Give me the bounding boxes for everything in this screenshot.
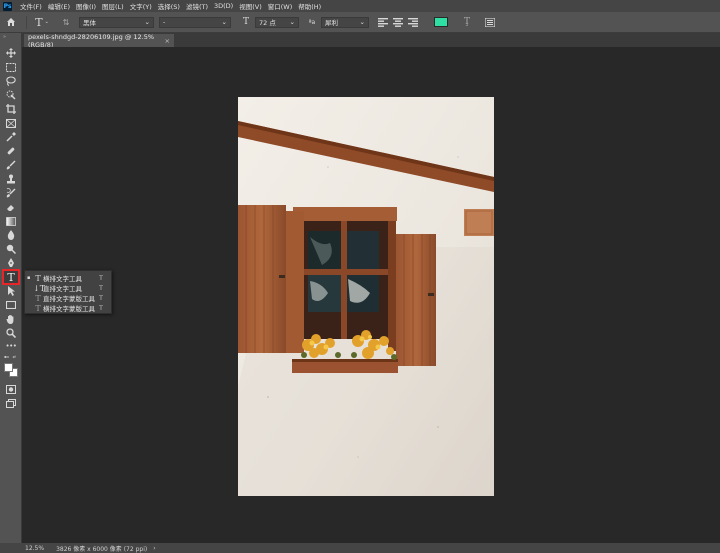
menu-edit[interactable]: 编辑(E)	[45, 1, 73, 11]
tools-panel: » T ••• ▪▫ ⇄	[0, 33, 22, 543]
flyout-item-shortcut: T	[99, 304, 103, 312]
screen-mode-icon[interactable]	[4, 397, 18, 409]
horizontal-type-mask-icon: T	[35, 303, 41, 313]
status-bar: 12.5% 3826 像素 x 6000 像素 (72 ppi) ›	[0, 543, 720, 553]
menu-view[interactable]: 视图(V)	[236, 1, 265, 11]
font-style-select[interactable]: - ⌄	[159, 16, 231, 28]
character-panel-icon[interactable]	[485, 16, 495, 29]
menu-layer[interactable]: 图层(L)	[99, 1, 127, 11]
flyout-item-label: 横排文字工具	[43, 275, 82, 283]
document-info: 3826 像素 x 6000 像素 (72 ppi)	[56, 545, 148, 553]
divider	[26, 15, 27, 29]
photoshop-logo[interactable]: Ps	[3, 1, 12, 11]
chevron-down-icon: ⌄	[289, 18, 295, 26]
document-tab-bar: pexels-shndgd-28206109.jpg @ 12.5%(RGB/8…	[22, 33, 720, 49]
history-brush-tool-icon[interactable]	[4, 187, 18, 199]
menu-file[interactable]: 文件(F)	[17, 1, 45, 11]
flyout-item-label: 横排文字蒙版工具	[43, 305, 95, 313]
flyout-item-shortcut: T	[99, 274, 103, 282]
anti-alias-value: 犀利	[325, 19, 338, 27]
flyout-item-label: 直排文字蒙版工具	[43, 295, 95, 303]
pen-tool-icon[interactable]	[4, 257, 18, 269]
anti-alias-icon: ªa	[308, 18, 316, 26]
blur-tool-icon[interactable]	[4, 229, 18, 241]
move-tool-icon[interactable]	[4, 47, 18, 59]
zoom-tool-icon[interactable]	[4, 327, 18, 339]
text-color-swatch[interactable]	[434, 16, 448, 29]
warp-text-icon[interactable]: Ţ	[461, 16, 473, 29]
align-center-icon[interactable]	[393, 16, 403, 29]
eyedropper-tool-icon[interactable]	[4, 131, 18, 143]
flyout-item-vertical-type-mask[interactable]: T 直排文字蒙版工具 T	[25, 293, 111, 304]
healing-brush-tool-icon[interactable]	[4, 145, 18, 157]
document-tab[interactable]: pexels-shndgd-28206109.jpg @ 12.5%(RGB/8…	[24, 33, 174, 49]
flyout-item-label: 直排文字工具	[43, 285, 82, 293]
gradient-tool-icon[interactable]	[4, 215, 18, 227]
menu-window[interactable]: 窗口(W)	[265, 1, 296, 11]
flyout-item-horizontal-type[interactable]: ▪ T 横排文字工具 T	[25, 273, 111, 284]
font-size-value: 72 点	[259, 19, 276, 27]
flyout-item-vertical-type[interactable]: ↓T 直排文字工具 T	[25, 283, 111, 294]
path-selection-tool-icon[interactable]	[4, 285, 18, 297]
menu-filter[interactable]: 滤镜(T)	[183, 1, 211, 11]
home-icon[interactable]	[0, 16, 22, 29]
quick-selection-tool-icon[interactable]	[4, 89, 18, 101]
type-tool-flyout-menu: ▪ T 横排文字工具 T ↓T 直排文字工具 T T 直排文字蒙版工具 T T …	[24, 270, 112, 314]
align-left-icon[interactable]	[378, 16, 388, 29]
color-swatch	[434, 17, 448, 27]
panel-collapse-icon[interactable]: »	[3, 34, 6, 40]
menu-3d[interactable]: 3D(D)	[211, 2, 236, 10]
font-size-select[interactable]: 72 点 ⌄	[255, 16, 299, 28]
menu-help[interactable]: 帮助(H)	[295, 1, 324, 11]
toggle-text-orientation-icon[interactable]: ⇅	[57, 16, 75, 29]
close-icon[interactable]: ×	[165, 37, 170, 45]
menu-bar: Ps 文件(F) 编辑(E) 图像(I) 图层(L) 文字(Y) 选择(S) 滤…	[0, 0, 720, 12]
more-tools-icon[interactable]: •••	[4, 340, 18, 352]
marquee-tool-icon[interactable]	[4, 61, 18, 73]
quick-mask-icon[interactable]	[4, 383, 18, 395]
status-menu-arrow-icon[interactable]: ›	[153, 545, 155, 552]
zoom-level[interactable]: 12.5%	[25, 545, 44, 552]
font-size-icon: T	[242, 17, 249, 27]
crop-tool-icon[interactable]	[4, 103, 18, 115]
eraser-tool-icon[interactable]	[4, 201, 18, 213]
chevron-down-icon: ⌄	[359, 18, 365, 26]
menu-image[interactable]: 图像(I)	[73, 1, 99, 11]
horizontal-type-icon: T	[35, 273, 41, 283]
hand-tool-icon[interactable]	[4, 313, 18, 325]
menu-select[interactable]: 选择(S)	[155, 1, 183, 11]
flyout-item-horizontal-type-mask[interactable]: T 横排文字蒙版工具 T	[25, 303, 111, 314]
chevron-down-icon: ⌄	[144, 18, 150, 26]
foreground-color-swatch[interactable]	[4, 363, 13, 372]
options-bar: T ⌄ ⇅ 黑体 ⌄ - ⌄ T 72 点 ⌄ ªa 犀利 ⌄ Ţ	[0, 12, 720, 33]
menu-type[interactable]: 文字(Y)	[127, 1, 155, 11]
flyout-item-shortcut: T	[99, 284, 103, 292]
clone-stamp-tool-icon[interactable]	[4, 173, 18, 185]
lasso-tool-icon[interactable]	[4, 75, 18, 87]
swap-colors-icon[interactable]: ▪▫ ⇄	[4, 354, 16, 360]
type-tool-preset-icon[interactable]: T ⌄	[31, 16, 53, 29]
font-family-select[interactable]: 黑体 ⌄	[79, 16, 154, 28]
type-tool-icon[interactable]: T	[2, 269, 20, 285]
document-canvas-image[interactable]	[238, 97, 494, 496]
frame-tool-icon[interactable]	[4, 117, 18, 129]
rectangle-tool-icon[interactable]	[4, 299, 18, 311]
flyout-item-shortcut: T	[99, 294, 103, 302]
brush-tool-icon[interactable]	[4, 159, 18, 171]
font-style-value: -	[163, 18, 166, 26]
font-family-value: 黑体	[83, 19, 96, 27]
vertical-type-icon: ↓T	[33, 283, 46, 293]
dodge-tool-icon[interactable]	[4, 243, 18, 255]
chevron-down-icon: ⌄	[221, 18, 227, 26]
align-right-icon[interactable]	[408, 16, 418, 29]
anti-alias-select[interactable]: 犀利 ⌄	[321, 16, 369, 28]
window-photo	[238, 97, 494, 496]
vertical-type-mask-icon: T	[35, 293, 41, 303]
